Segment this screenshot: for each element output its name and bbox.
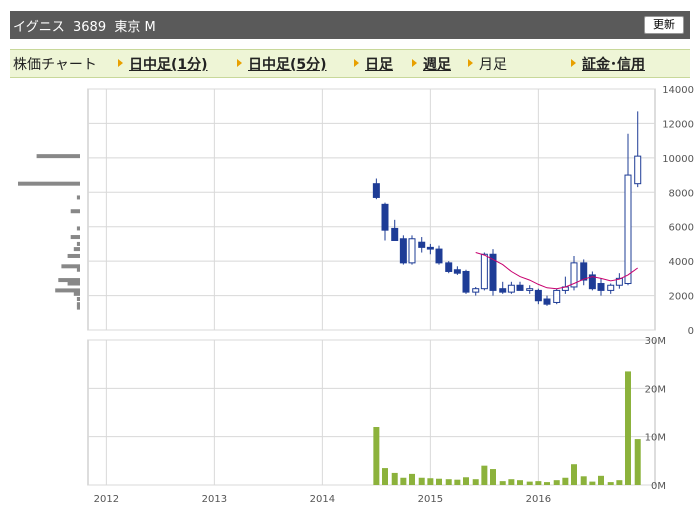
- volume-bar: [454, 479, 461, 485]
- price-plot-frame: [87, 88, 656, 331]
- candle-down: [381, 203, 389, 231]
- price-profile-bar: [76, 297, 80, 302]
- volume-bar: [517, 480, 523, 485]
- volume-bar: [616, 480, 623, 485]
- volume-bar: [634, 439, 641, 485]
- volume-bar: [499, 481, 506, 485]
- price-profile-bar: [70, 235, 80, 240]
- candle-down: [516, 284, 524, 291]
- candle-down: [445, 262, 453, 272]
- volume-bar: [562, 477, 569, 485]
- volume-bar: [535, 481, 542, 485]
- candle-down: [597, 283, 605, 291]
- year-tick-label: 2013: [202, 494, 227, 505]
- candle-down: [435, 248, 443, 264]
- volume-bar: [391, 472, 398, 485]
- volume-bar: [463, 477, 469, 485]
- volume-bar: [553, 480, 560, 485]
- price-profile-bar: [70, 209, 80, 214]
- volume-bar: [607, 482, 614, 485]
- volume-tick-label: 10M: [645, 433, 666, 444]
- price-profile-bar: [18, 181, 80, 186]
- year-tick-label: 2015: [418, 494, 443, 505]
- volume-bar: [526, 481, 533, 485]
- volume-tick-label: 0M: [651, 481, 666, 492]
- price-profile-bar: [76, 241, 80, 246]
- candle-up: [507, 284, 515, 293]
- volume-bar: [598, 475, 604, 485]
- candle-up: [607, 284, 615, 291]
- price-tick-label: 12000: [662, 119, 694, 130]
- volume-tick-label: 20M: [645, 384, 666, 395]
- candle-down: [462, 270, 470, 293]
- price-profile-bar: [67, 253, 80, 258]
- volume-bar: [544, 482, 550, 485]
- volume-bar: [580, 476, 587, 485]
- price-profile-bar: [76, 302, 80, 307]
- candle-down: [372, 183, 380, 198]
- candle-up: [526, 288, 534, 291]
- price-profile-bar: [67, 281, 80, 286]
- candle-down: [426, 246, 434, 250]
- volume-bar: [400, 477, 407, 485]
- volume-bar: [508, 479, 515, 485]
- candle-up: [634, 155, 642, 185]
- candle-down: [399, 238, 407, 264]
- volume-bar: [490, 469, 496, 485]
- price-tick-label: 0: [688, 326, 694, 337]
- price-volume-chart: 0 2000 4000 6000 8000 10000 12000 14000 0M 10M 20M…: [18, 85, 694, 505]
- volume-bar: [418, 477, 425, 485]
- volume-bar: [382, 468, 388, 485]
- candle-down: [418, 241, 426, 248]
- price-profile-bar: [76, 226, 80, 231]
- volume-bar: [436, 478, 442, 485]
- price-profile-bar: [73, 247, 80, 252]
- price-profile-bar: [58, 278, 80, 283]
- volume-bar: [589, 481, 596, 485]
- price-tick-label: 2000: [669, 292, 694, 303]
- volume-bar: [427, 478, 434, 485]
- candle-down: [453, 269, 461, 274]
- volume-bar: [409, 473, 415, 485]
- price-profile-bar: [76, 305, 80, 310]
- price-tick-label: 4000: [669, 257, 694, 268]
- price-profile-bar: [61, 264, 80, 269]
- price-tick-label: 6000: [669, 223, 694, 234]
- candle-up: [553, 289, 561, 303]
- candle-down: [499, 288, 507, 293]
- price-profile-bar: [76, 195, 80, 200]
- candle-down: [543, 298, 551, 305]
- price-profile-bar: [55, 288, 80, 293]
- volume-bar: [445, 479, 452, 485]
- volume-tick-label: 30M: [645, 336, 666, 347]
- volume-bar: [571, 464, 577, 485]
- volume-bar: [373, 427, 380, 485]
- price-profile-bar: [76, 267, 80, 272]
- volume-bar: [625, 371, 631, 485]
- price-profile-bar: [73, 291, 80, 296]
- year-tick-label: 2012: [94, 494, 119, 505]
- candle-up: [472, 288, 480, 293]
- price-tick-label: 8000: [669, 188, 694, 199]
- year-tick-label: 2014: [310, 494, 335, 505]
- candle-down: [534, 289, 542, 302]
- price-profile-bar: [36, 154, 80, 159]
- price-tick-label: 10000: [662, 154, 694, 165]
- volume-bar: [472, 479, 479, 485]
- candle-up: [624, 174, 632, 285]
- volume-plot-frame: [87, 339, 656, 486]
- candle-up: [408, 238, 416, 264]
- candle-down: [580, 262, 588, 281]
- volume-bar: [481, 465, 488, 485]
- price-tick-label: 14000: [662, 85, 694, 96]
- candle-down: [391, 227, 399, 241]
- year-tick-label: 2016: [526, 494, 551, 505]
- candle-up: [480, 253, 488, 290]
